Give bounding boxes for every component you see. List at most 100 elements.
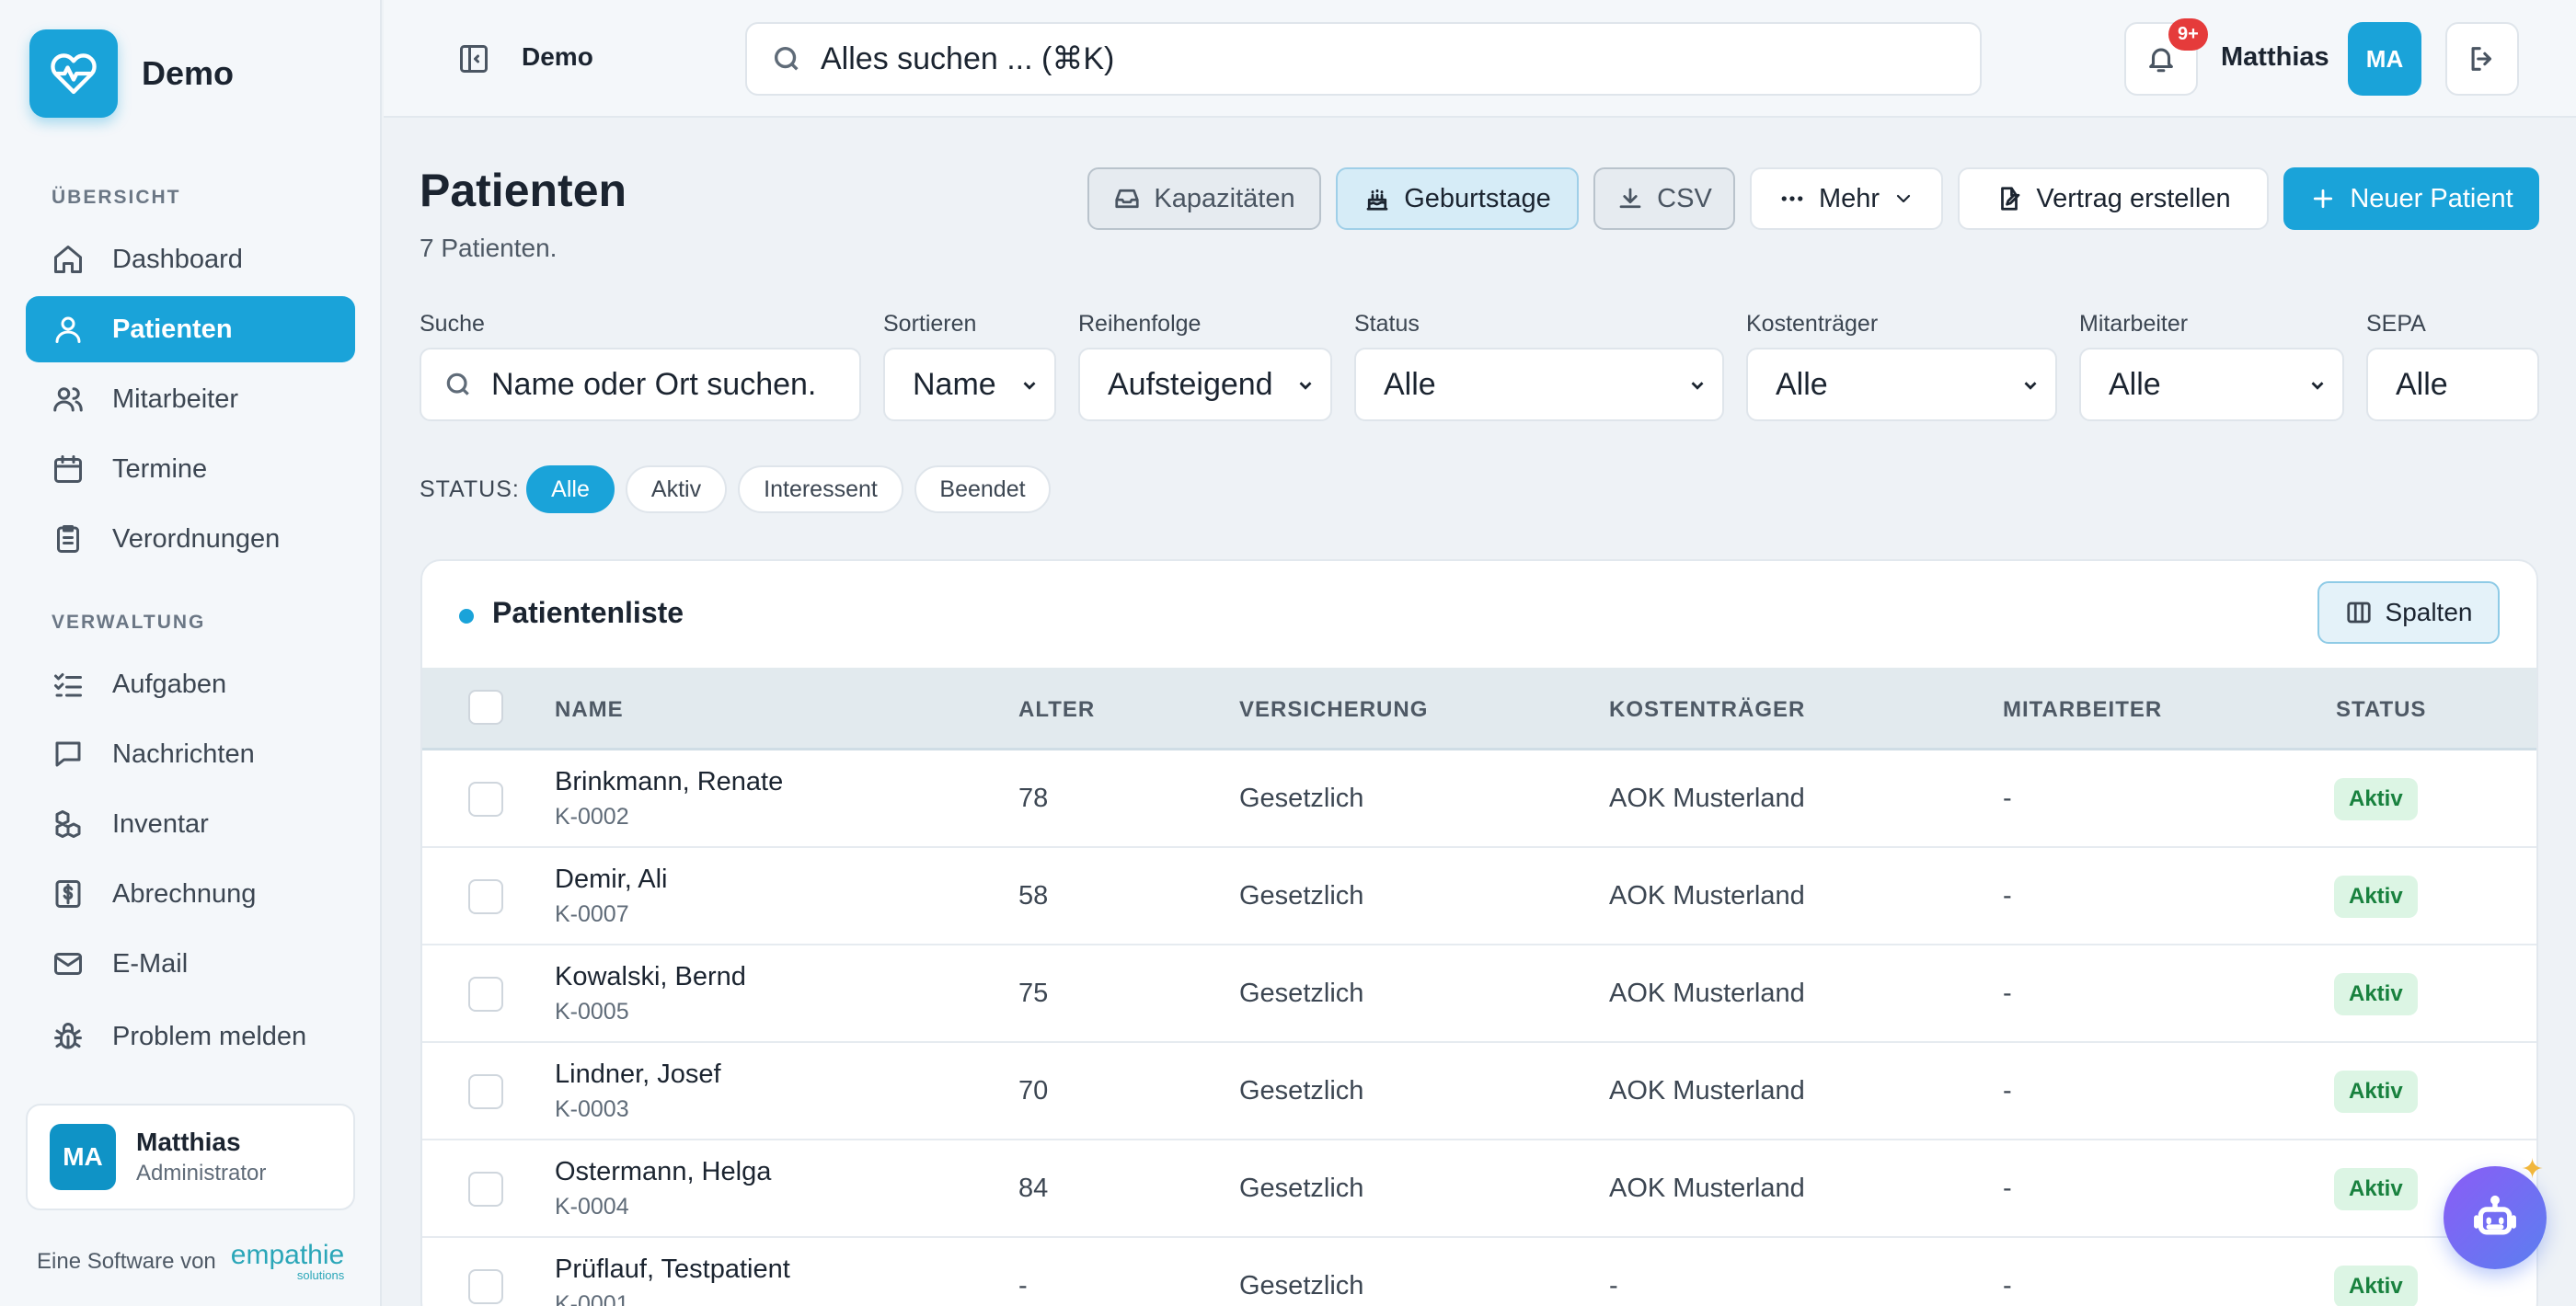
sepa-select[interactable]: Alle: [2366, 348, 2539, 421]
table-row[interactable]: Ostermann, Helga K-0004 84 Gesetzlich AO…: [422, 1140, 2536, 1238]
sidebar-item-abrechnung[interactable]: Abrechnung: [26, 861, 355, 927]
staff-value: Alle: [2109, 366, 2161, 402]
column-header-insurance[interactable]: VERSICHERUNG: [1239, 697, 1428, 723]
patient-name[interactable]: Demir, Ali: [555, 865, 667, 895]
sidebar-item-problem-melden[interactable]: Problem melden: [26, 1003, 355, 1070]
patient-name[interactable]: Lindner, Josef: [555, 1060, 721, 1090]
topbar-user-name[interactable]: Matthias: [2221, 42, 2329, 73]
sidebar-item-dashboard[interactable]: Dashboard: [26, 226, 355, 292]
notifications-button[interactable]: 9+: [2124, 18, 2208, 96]
patient-name[interactable]: Kowalski, Bernd: [555, 962, 746, 992]
empathie-logo[interactable]: empathie solutions: [231, 1242, 344, 1282]
brand[interactable]: Demo: [29, 29, 234, 118]
row-checkbox[interactable]: [468, 977, 503, 1012]
row-checkbox[interactable]: [468, 1172, 503, 1207]
staff-filter-label: Mitarbeiter: [2079, 311, 2189, 337]
row-checkbox[interactable]: [468, 1269, 503, 1304]
section-title-admin: VERWALTUNG: [52, 612, 206, 633]
capacities-button[interactable]: Kapazitäten: [1087, 167, 1321, 230]
column-header-payer[interactable]: KOSTENTRÄGER: [1609, 697, 1805, 723]
select-all-checkbox[interactable]: [468, 690, 503, 725]
sidebar-item-label: Patienten: [112, 314, 233, 344]
patient-list-card: Patientenliste Spalten NAME ALTER VERSIC…: [420, 559, 2538, 1306]
sidebar-item-mitarbeiter[interactable]: Mitarbeiter: [26, 366, 355, 432]
chevron-down-icon: [2024, 382, 2037, 390]
patient-name[interactable]: Brinkmann, Renate: [555, 767, 783, 797]
logout-button[interactable]: [2445, 22, 2519, 96]
status-chip-interessent[interactable]: Interessent: [738, 465, 903, 513]
staff-select[interactable]: Alle: [2079, 348, 2344, 421]
sidebar-item-termine[interactable]: Termine: [26, 436, 355, 502]
patient-search-input[interactable]: Name oder Ort suchen.: [420, 348, 861, 421]
sort-select[interactable]: Name: [883, 348, 1056, 421]
status-chip-alle[interactable]: Alle: [526, 465, 615, 513]
sidebar-item-label: Aufgaben: [112, 669, 227, 699]
global-search-input[interactable]: Alles suchen ... (⌘K): [745, 22, 1982, 96]
patient-insurance: Gesetzlich: [1239, 979, 1364, 1008]
birthdays-button[interactable]: Geburtstage: [1336, 167, 1579, 230]
sidebar-item-label: Verordnungen: [112, 523, 281, 554]
row-checkbox[interactable]: [468, 1074, 503, 1109]
sidebar-user-card[interactable]: MA Matthias Administrator: [26, 1104, 355, 1210]
table-row[interactable]: Kowalski, Bernd K-0005 75 Gesetzlich AOK…: [422, 945, 2536, 1043]
table-row[interactable]: Prüflauf, Testpatient K-0001 - Gesetzlic…: [422, 1238, 2536, 1306]
sidebar-toggle-icon[interactable]: [457, 42, 490, 75]
payer-select[interactable]: Alle: [1746, 348, 2057, 421]
mail-icon: [54, 953, 82, 975]
patient-insurance: Gesetzlich: [1239, 881, 1364, 911]
patient-insurance: Gesetzlich: [1239, 1076, 1364, 1106]
patient-payer: AOK Musterland: [1609, 784, 1805, 813]
inbox-icon: [1115, 189, 1140, 209]
clipboard-icon: [57, 525, 79, 553]
status-chips-label: STATUS:: [420, 476, 520, 502]
bell-icon: [2149, 48, 2173, 73]
create-contract-button[interactable]: Vertrag erstellen: [1958, 167, 2269, 230]
patient-staff: -: [2003, 979, 2012, 1008]
column-header-status[interactable]: STATUS: [2336, 697, 2426, 723]
notification-count-badge: 9+: [2168, 18, 2208, 51]
status-badge: Aktiv: [2334, 778, 2418, 820]
patient-insurance: Gesetzlich: [1239, 784, 1364, 813]
order-value: Aufsteigend: [1108, 366, 1273, 402]
patient-name[interactable]: Prüflauf, Testpatient: [555, 1254, 790, 1285]
table-row[interactable]: Brinkmann, Renate K-0002 78 Gesetzlich A…: [422, 750, 2536, 848]
status-chip-aktiv[interactable]: Aktiv: [626, 465, 727, 513]
boxes-icon: [55, 810, 81, 838]
status-chip-beendet[interactable]: Beendet: [914, 465, 1051, 513]
avatar[interactable]: MA: [2348, 22, 2421, 96]
card-header: Patientenliste Spalten: [422, 561, 2536, 668]
table-row[interactable]: Demir, Ali K-0007 58 Gesetzlich AOK Must…: [422, 848, 2536, 945]
csv-export-button[interactable]: CSV: [1593, 167, 1735, 230]
page-title: Patienten: [420, 165, 627, 216]
column-header-staff[interactable]: MITARBEITER: [2003, 697, 2162, 723]
row-checkbox[interactable]: [468, 879, 503, 914]
columns-label: Spalten: [2385, 598, 2473, 626]
more-menu-button[interactable]: Mehr: [1750, 167, 1943, 230]
patient-name[interactable]: Ostermann, Helga: [555, 1157, 771, 1187]
new-patient-button[interactable]: Neuer Patient: [2283, 167, 2539, 230]
sidebar-item-patienten[interactable]: Patienten: [26, 296, 355, 362]
row-checkbox[interactable]: [468, 782, 503, 817]
column-header-age[interactable]: ALTER: [1018, 697, 1095, 723]
table-row[interactable]: Lindner, Josef K-0003 70 Gesetzlich AOK …: [422, 1043, 2536, 1140]
title-dot: [459, 609, 474, 624]
sidebar-item-verordnungen[interactable]: Verordnungen: [26, 506, 355, 572]
order-select[interactable]: Aufsteigend: [1078, 348, 1332, 421]
sidebar-item-label: Problem melden: [112, 1021, 307, 1051]
download-icon: [1619, 188, 1641, 209]
patient-id: K-0007: [555, 901, 629, 927]
columns-button[interactable]: Spalten: [2317, 581, 2500, 644]
sidebar-item-nachrichten[interactable]: Nachrichten: [26, 721, 355, 787]
patient-payer: AOK Musterland: [1609, 979, 1805, 1008]
patient-id: K-0003: [555, 1096, 629, 1122]
sidebar-item-inventar[interactable]: Inventar: [26, 791, 355, 857]
checklist-icon: [54, 673, 82, 697]
page-subtitle: 7 Patienten.: [420, 234, 558, 262]
status-select[interactable]: Alle: [1354, 348, 1724, 421]
heart-pulse-icon: [29, 29, 118, 118]
csv-label: CSV: [1657, 183, 1712, 213]
sidebar-item-aufgaben[interactable]: Aufgaben: [26, 651, 355, 717]
sidebar-item-email[interactable]: E-Mail: [26, 931, 355, 997]
column-header-name[interactable]: NAME: [555, 697, 624, 723]
bug-icon: [54, 1023, 82, 1049]
